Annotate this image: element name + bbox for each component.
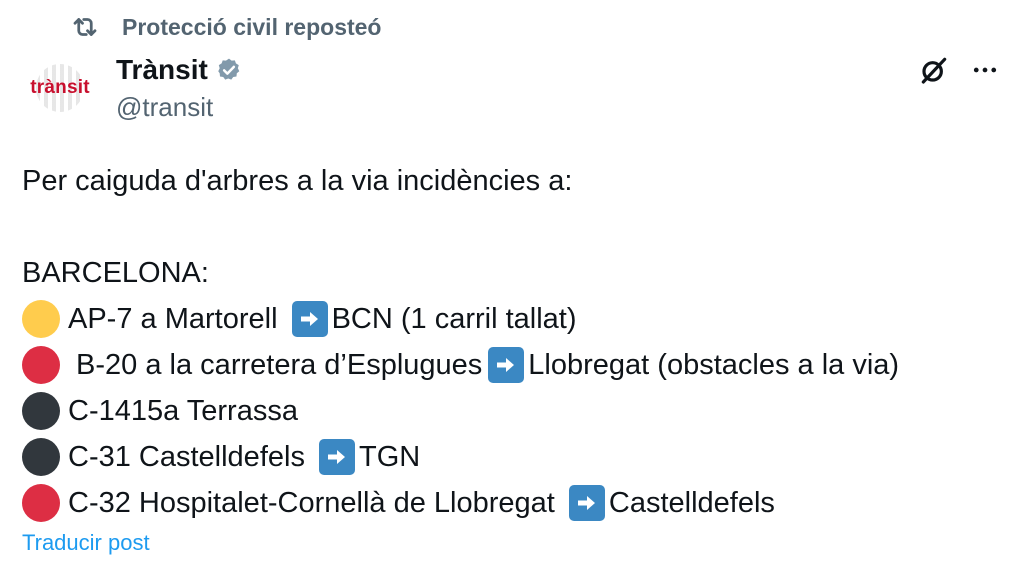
repost-header[interactable]: Protecció civil reposteó	[70, 10, 381, 44]
incident-line: AP-7 a Martorell BCN (1 carril tallat)	[22, 296, 899, 342]
grok-icon[interactable]	[918, 54, 950, 86]
yellow-circle-icon	[22, 300, 60, 338]
tweet-actions	[918, 52, 1000, 88]
incident-line: C-1415a Terrassa	[22, 388, 899, 434]
tweet-intro: Per caiguda d'arbres a la via incidèncie…	[22, 165, 573, 197]
verified-badge-icon[interactable]	[216, 57, 242, 83]
black-circle-icon	[22, 438, 60, 476]
author-handle[interactable]: @transit	[116, 92, 242, 123]
incident-road: B-20 a la carretera d’Esplugues	[68, 349, 483, 381]
repost-text: Protecció civil reposteó	[122, 13, 382, 40]
incident-line: C-31 Castelldefels TGN	[22, 434, 899, 480]
translate-post-link[interactable]: Traducir post	[22, 530, 150, 556]
incident-road: C-32 Hospitalet-Cornellà de Llobregat	[68, 487, 563, 519]
avatar[interactable]: trànsit	[22, 58, 98, 118]
right-arrow-icon	[319, 439, 355, 475]
incident-destination: Castelldefels	[608, 487, 775, 519]
avatar-logo-text: trànsit	[30, 77, 90, 98]
black-circle-icon	[22, 392, 60, 430]
more-icon[interactable]	[970, 55, 1000, 85]
tweet-region: BARCELONA:	[22, 257, 209, 289]
incident-destination: TGN	[359, 441, 421, 473]
incident-road: C-31 Castelldefels	[68, 441, 313, 473]
tweet-text: Per caiguda d'arbres a la via incidèncie…	[22, 158, 899, 526]
red-circle-icon	[22, 484, 60, 522]
incident-destination: BCN (1 carril tallat)	[331, 303, 577, 335]
red-circle-icon	[22, 346, 60, 384]
incident-line: C-32 Hospitalet-Cornellà de Llobregat Ca…	[22, 480, 899, 526]
repost-icon	[70, 12, 100, 42]
right-arrow-icon	[291, 301, 328, 337]
right-arrow-icon	[488, 347, 525, 383]
incident-destination: Llobregat (obstacles a la via)	[528, 349, 900, 381]
incident-line: B-20 a la carretera d’Esplugues Llobrega…	[22, 342, 899, 388]
incident-road: AP-7 a Martorell	[68, 303, 286, 335]
incident-road: C-1415a Terrassa	[68, 395, 298, 427]
right-arrow-icon	[568, 485, 605, 521]
author-block: Trànsit @transit	[116, 52, 242, 123]
author-name-row: Trànsit	[116, 52, 242, 88]
author-display-name[interactable]: Trànsit	[116, 54, 208, 86]
